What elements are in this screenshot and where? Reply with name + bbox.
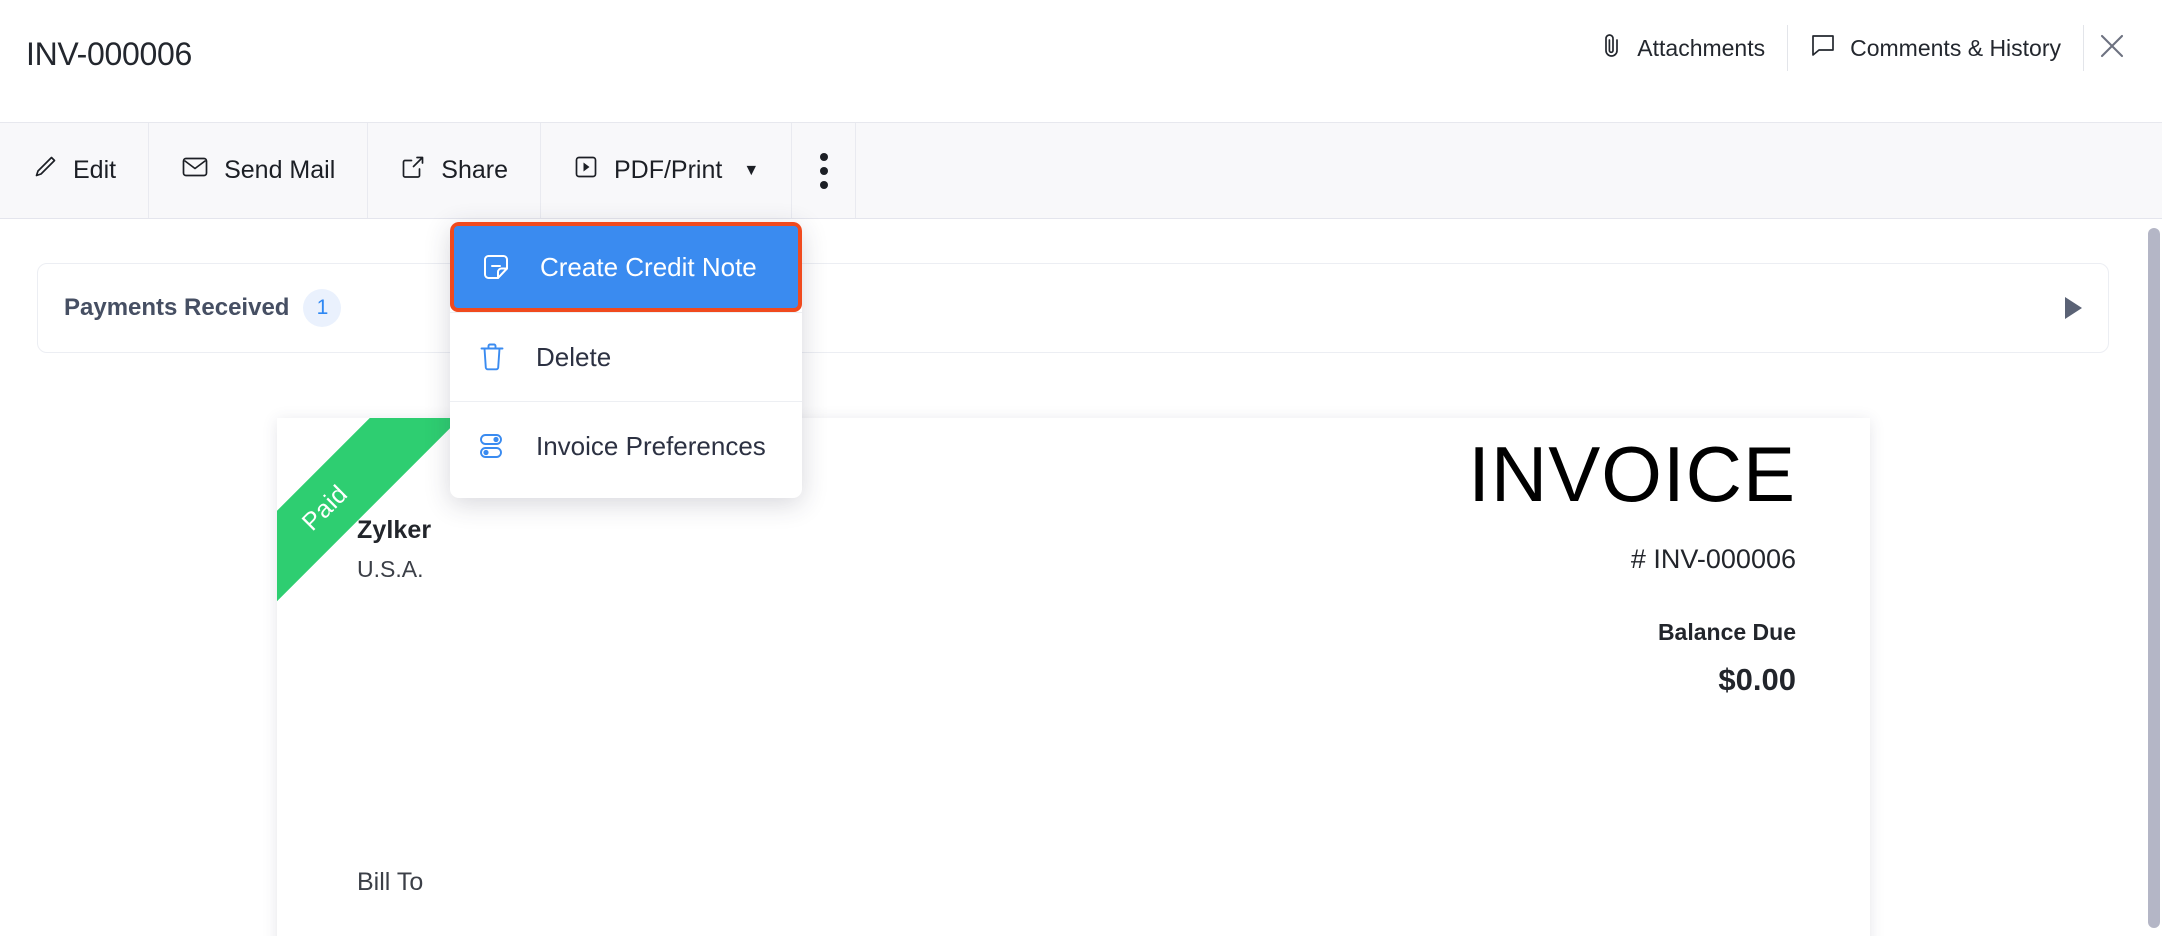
close-button[interactable] [2084, 25, 2140, 71]
credit-note-icon [478, 249, 514, 285]
pdf-file-icon [573, 154, 599, 187]
comment-bubble-icon [1810, 33, 1836, 63]
triangle-right-icon[interactable] [2065, 297, 2082, 319]
menu-item-label: Invoice Preferences [536, 430, 766, 461]
balance-due-label: Balance Due [1657, 619, 1796, 646]
menu-item-create-credit-note[interactable]: Create Credit Note [450, 222, 802, 312]
edit-button[interactable]: Edit [0, 123, 150, 218]
pencil-icon [32, 154, 58, 187]
comments-history-button[interactable]: Comments & History [1788, 26, 2083, 70]
menu-item-label: Delete [536, 341, 612, 372]
action-toolbar: Edit Send Mail Share PDF/Print ▼ [0, 122, 2162, 219]
bill-to-label: Bill To [357, 868, 424, 896]
organization-name: Zylker [357, 516, 432, 544]
attachments-button[interactable]: Attachments [1579, 26, 1787, 70]
attachments-label: Attachments [1637, 34, 1766, 61]
trash-icon [474, 339, 510, 375]
kebab-dot-3 [819, 180, 828, 189]
page-header: INV-000006 Attachments Comments & Histor… [0, 0, 2162, 122]
payments-received-title: Payments Received [64, 294, 290, 321]
payments-received-count-badge: 1 [303, 289, 342, 327]
menu-item-delete[interactable]: Delete [450, 313, 802, 401]
send-mail-button[interactable]: Send Mail [149, 123, 369, 218]
organization-country: U.S.A. [357, 556, 424, 582]
share-label: Share [441, 156, 508, 184]
balance-due-value: $0.00 [1718, 662, 1796, 698]
menu-item-invoice-preferences[interactable]: Invoice Preferences [450, 402, 802, 490]
payments-received-card[interactable]: Payments Received 1 [37, 263, 2109, 353]
invoice-body: Payments Received 1 Paid Zylker U.S.A. I… [0, 219, 2162, 936]
comments-history-label: Comments & History [1850, 34, 2061, 61]
share-button[interactable]: Share [368, 123, 541, 218]
sliders-icon [474, 428, 510, 464]
pdf-print-label: PDF/Print [613, 156, 723, 184]
more-actions-menu: Create Credit Note Delete Invoice Prefer… [450, 222, 802, 498]
pdf-print-button[interactable]: PDF/Print ▼ [541, 123, 793, 218]
status-badge-label: Paid [296, 479, 353, 536]
close-icon [2097, 31, 2127, 66]
invoice-heading: INVOICE [1468, 430, 1796, 518]
share-arrow-icon [400, 154, 426, 187]
paperclip-icon [1601, 32, 1623, 64]
send-mail-label: Send Mail [224, 156, 336, 184]
chevron-down-icon: ▼ [743, 161, 760, 179]
more-actions-button[interactable] [792, 123, 857, 218]
organization-block: Zylker U.S.A. [357, 516, 431, 583]
kebab-dot-2 [819, 166, 828, 175]
envelope-icon [181, 154, 209, 187]
kebab-dot-1 [819, 152, 828, 161]
menu-item-label: Create Credit Note [540, 251, 757, 282]
invoice-detail-page: INV-000006 Attachments Comments & Histor… [0, 0, 2162, 936]
header-actions: Attachments Comments & History [1579, 25, 2140, 71]
invoice-number: # INV-000006 [1630, 544, 1796, 575]
invoice-summary-block: INVOICE # INV-000006 Balance Due $0.00 [1468, 432, 1796, 698]
page-title: INV-000006 [26, 36, 193, 72]
edit-label: Edit [73, 156, 117, 184]
vertical-scrollbar-thumb[interactable] [2148, 228, 2160, 928]
